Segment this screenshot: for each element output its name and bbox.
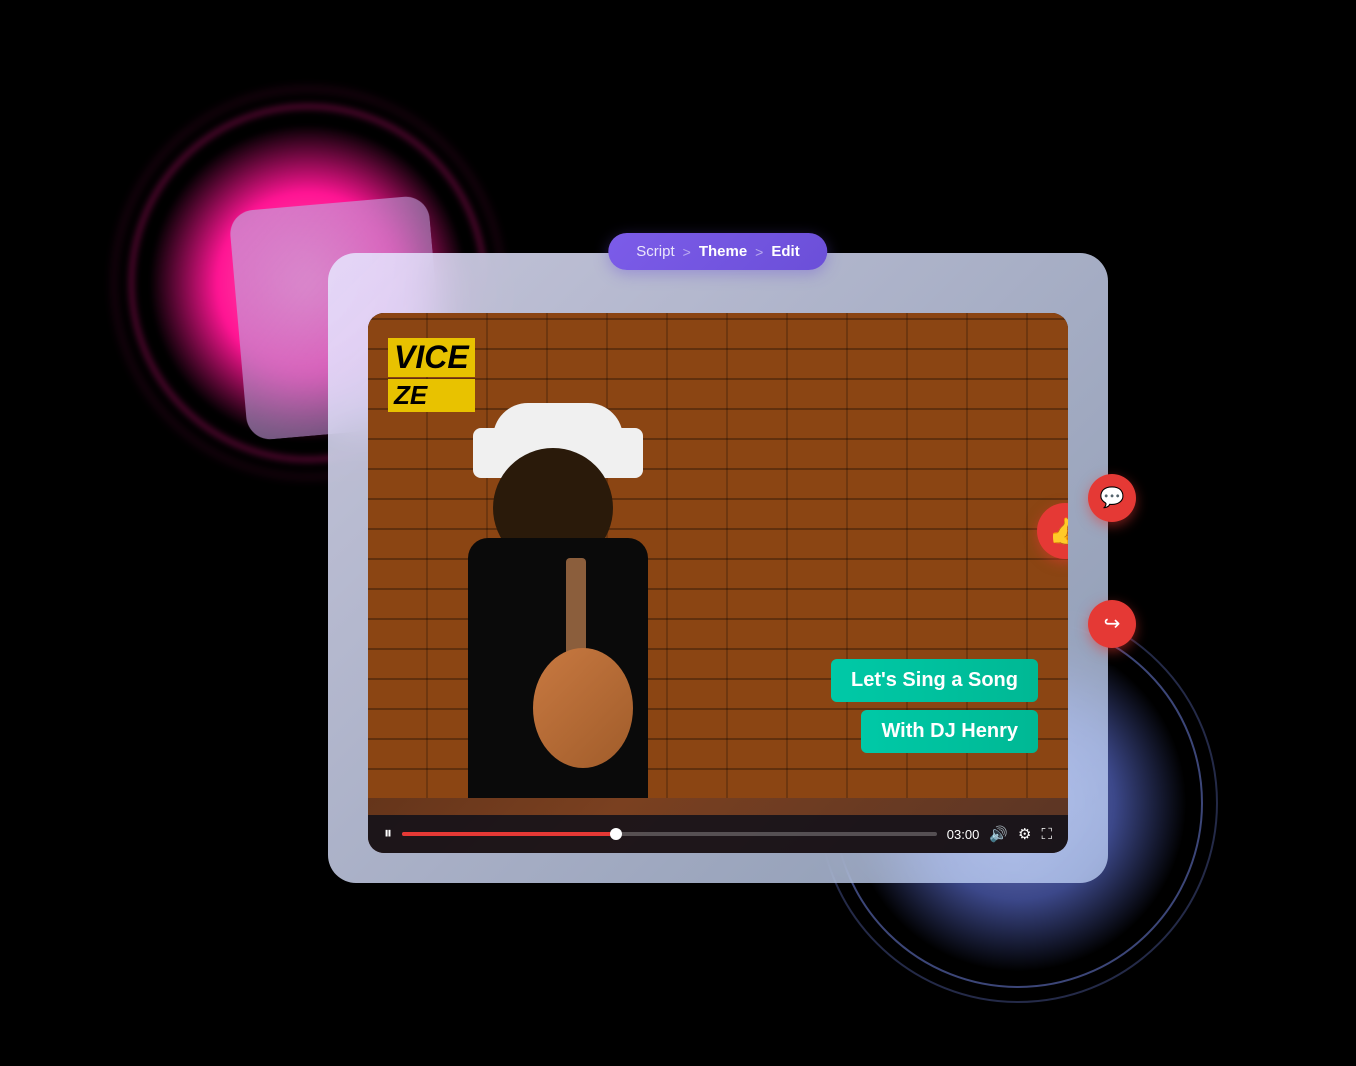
caption-line1: Let's Sing a Song (831, 659, 1038, 702)
fullscreen-button[interactable]: ⛶ (1041, 826, 1052, 843)
main-card: Script > Theme > Edit VICE ZE (328, 253, 1108, 883)
share-button[interactable]: ↪ (1088, 600, 1136, 648)
progress-thumb (610, 828, 622, 840)
settings-icon: ⚙ (1018, 826, 1031, 843)
pause-button[interactable]: ⏸ (384, 825, 392, 843)
comment-button[interactable]: 💬 (1088, 474, 1136, 522)
video-captions: Let's Sing a Song With DJ Henry (831, 659, 1038, 753)
video-scene: VICE ZE (368, 313, 1068, 853)
share-icon: ↪ (1104, 611, 1121, 636)
musician-figure (418, 488, 698, 798)
breadcrumb: Script > Theme > Edit (608, 233, 827, 270)
like-icon: 👍 (1049, 516, 1068, 547)
wall-sign: VICE ZE (388, 338, 475, 412)
comment-icon: 💬 (1100, 485, 1125, 510)
guitar (518, 568, 648, 768)
volume-icon: 🔊 (989, 826, 1008, 843)
video-player[interactable]: VICE ZE (368, 313, 1068, 853)
breadcrumb-step2[interactable]: Theme (699, 243, 747, 260)
breadcrumb-step3[interactable]: Edit (771, 243, 799, 260)
guitar-body (533, 648, 633, 768)
fullscreen-icon: ⛶ (1041, 826, 1052, 843)
breadcrumb-sep2: > (755, 244, 763, 260)
progress-fill (402, 832, 616, 836)
breadcrumb-sep1: > (683, 244, 691, 260)
time-display: 03:00 (947, 827, 980, 842)
sign-ze-text: ZE (388, 379, 475, 412)
settings-button[interactable]: ⚙ (1018, 825, 1031, 843)
progress-bar[interactable] (402, 832, 937, 836)
pause-icon: ⏸ (384, 825, 392, 843)
caption-line2: With DJ Henry (861, 710, 1038, 753)
volume-button[interactable]: 🔊 (989, 825, 1008, 843)
video-controls-bar: ⏸ 03:00 🔊 ⚙ ⛶ (368, 815, 1068, 853)
breadcrumb-step1[interactable]: Script (636, 243, 674, 260)
sign-vice-text: VICE (388, 338, 475, 377)
